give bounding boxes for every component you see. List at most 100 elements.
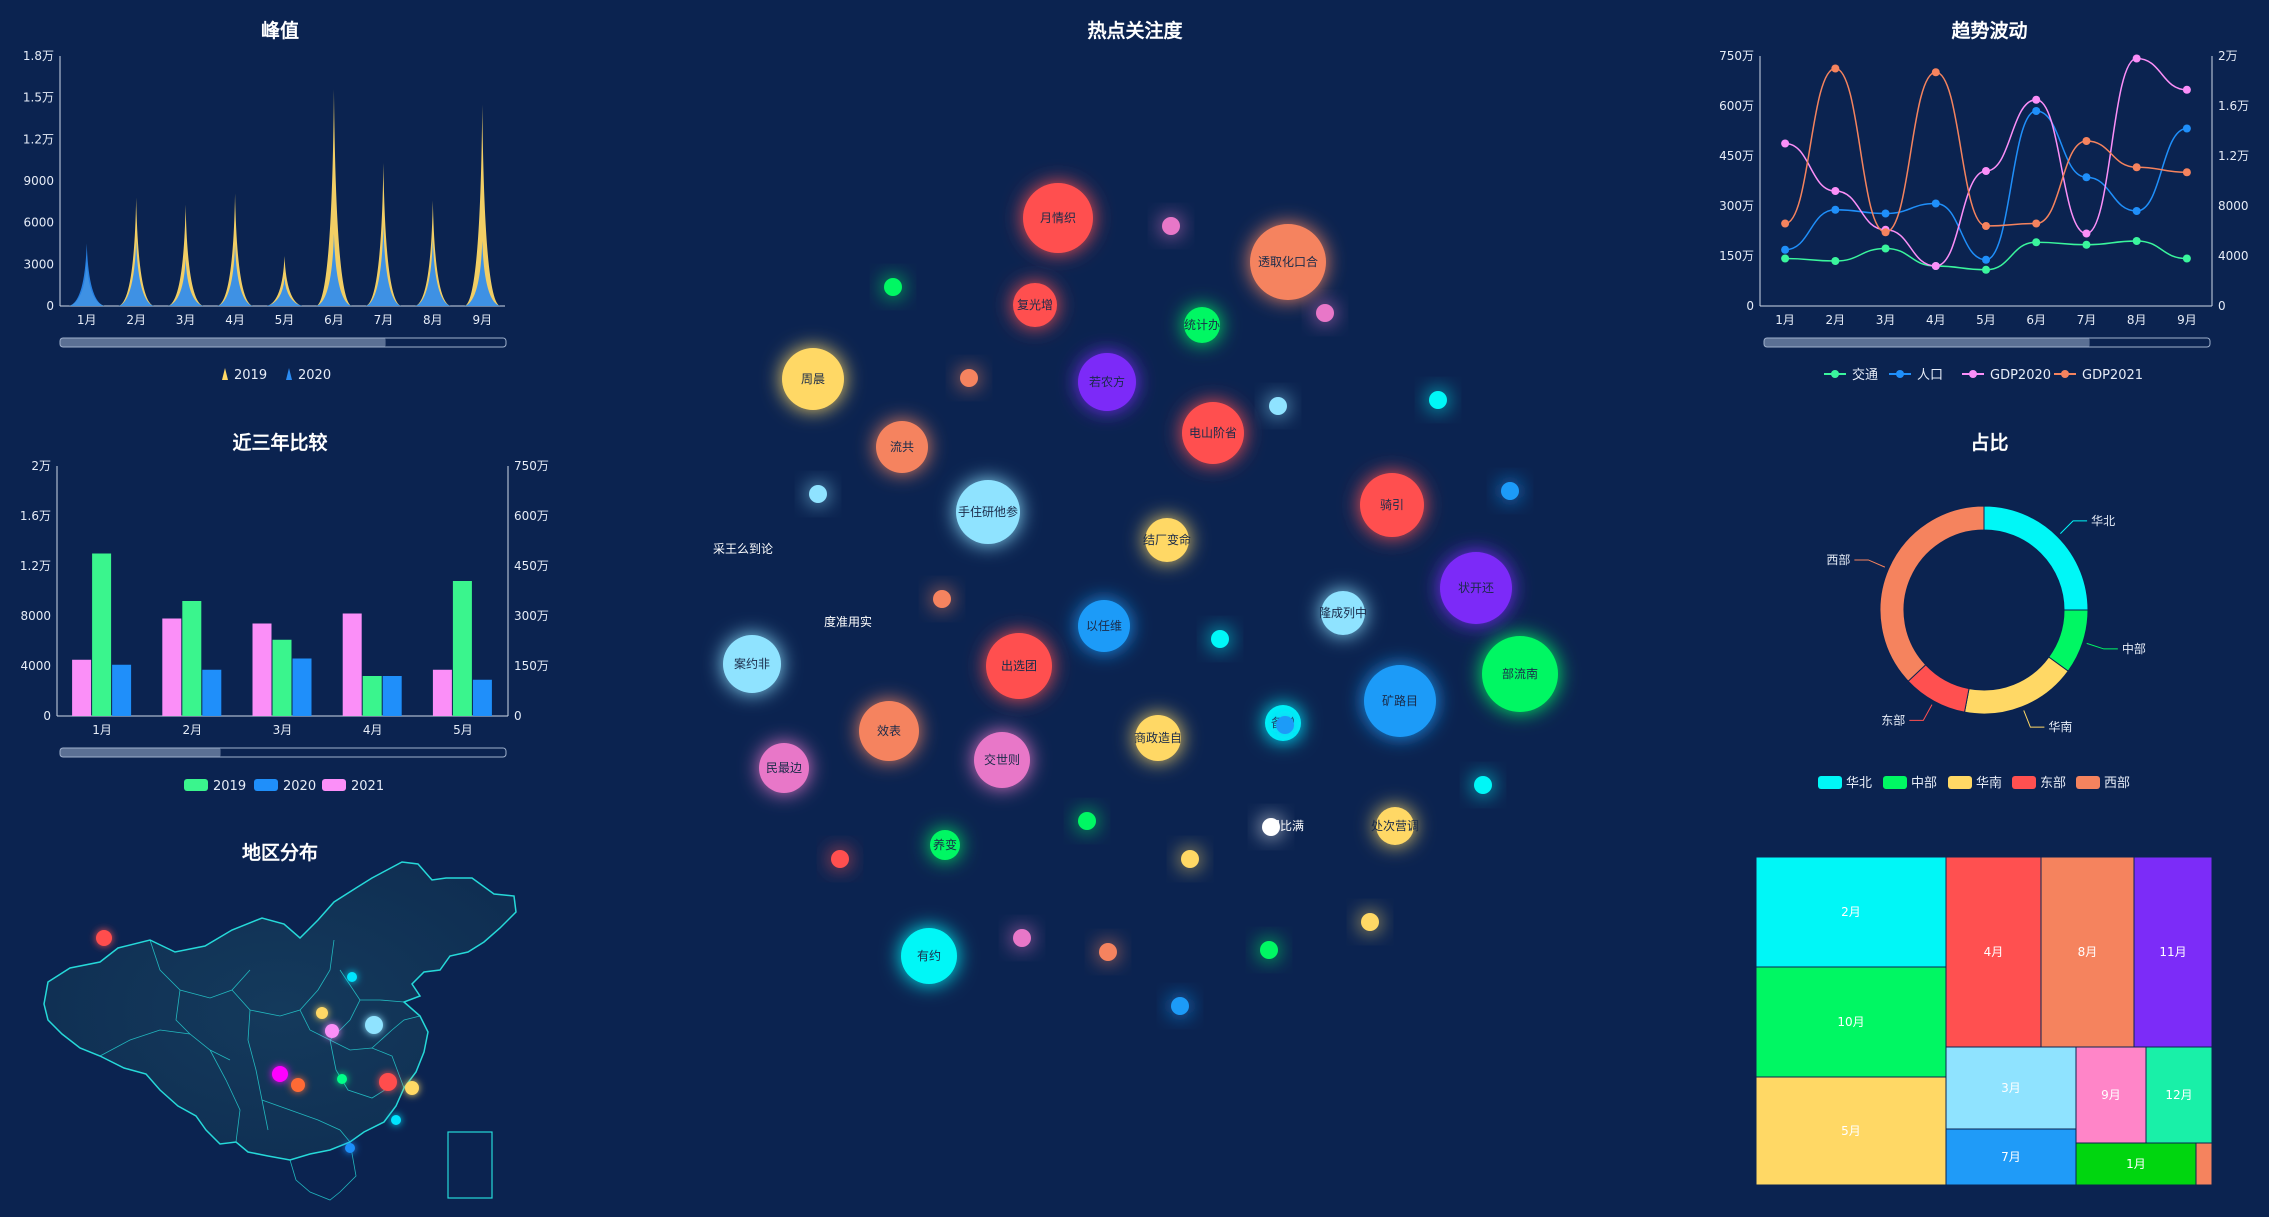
trend-point [1831, 257, 1840, 265]
trend-point [1982, 167, 1990, 175]
hot-bubble-label: 养变 [933, 837, 957, 852]
compare-bar [382, 676, 402, 716]
trend-y-right-tick-label: 0 [2218, 299, 2226, 313]
hot-small-tag [809, 485, 827, 503]
hot-bubble-label: 处次营调 [1371, 819, 1419, 833]
compare-y-left-tick-label: 4000 [20, 659, 51, 673]
trend-point [2182, 254, 2191, 263]
trend-legend-dot [1896, 370, 1904, 378]
compare-legend-swatch [254, 779, 278, 791]
ratio-legend-swatch [1948, 776, 1972, 789]
compare-legend-label: 2019 [213, 779, 246, 794]
trend-y-right-tick-label: 1.6万 [2218, 99, 2249, 113]
map-point [391, 1115, 401, 1125]
hot-bubble-label: 民最边 [766, 761, 802, 775]
trend-point [2032, 107, 2041, 115]
hot-small-tag [1260, 941, 1278, 959]
trend-point [1982, 222, 1990, 230]
peak-x-tick-label: 4月 [225, 313, 245, 327]
hot-small-tag [1262, 818, 1280, 836]
treemap-panel: 2月 10月 5月 4月 8月 11月 3月 7月 9月 12月 1月 [1756, 857, 2212, 1185]
peak-x-tick-label: 1月 [77, 313, 97, 327]
compare-legend-label: 2021 [351, 779, 384, 794]
ratio-legend-swatch [2012, 776, 2036, 789]
trend-point [2132, 207, 2141, 215]
peak-panel: 峰值 0 3000 6000 9000 1.2万 1.5万 1.8万 1月 2月 3月 4月 5月 6月… [0, 0, 560, 400]
compare-y-left-tick-label: 2万 [31, 459, 51, 473]
map-point [325, 1024, 339, 1038]
compare-bar [342, 613, 362, 716]
compare-bar [72, 659, 92, 716]
hot-small-tag [1429, 391, 1447, 409]
trend-point [2082, 137, 2091, 145]
hot-small-tag [1501, 482, 1519, 500]
peak-y-tick-label: 1.8万 [23, 49, 54, 63]
hot-bubble-label: 手住研他参 [958, 504, 1018, 519]
peak-mark [316, 233, 352, 306]
compare-panel: 近三年比较 0 4000 8000 1.2万 1.6万 2万 0 150万 300万 450万 60… [0, 410, 560, 810]
compare-bar [292, 658, 312, 716]
trend-point [2032, 238, 2041, 247]
trend-y-right-tick-label: 4000 [2218, 249, 2249, 263]
south-sea-inset [447, 1131, 493, 1199]
trend-series-line [1785, 240, 2187, 271]
map-point [379, 1073, 397, 1091]
map-point [291, 1078, 305, 1092]
trend-point [1982, 265, 1990, 274]
ratio-slice-label: 华北 [2091, 514, 2115, 528]
trend-x-tick-label: 2月 [1826, 313, 1846, 327]
trend-point [1881, 228, 1890, 237]
compare-bar [362, 676, 382, 716]
ratio-donut-chart: 华北中部华南东部西部华北 中部 华南 东部 西部 [1818, 505, 2146, 791]
hot-small-tag [831, 850, 849, 868]
trend-point [2032, 95, 2041, 104]
ratio-label-line [2023, 710, 2045, 728]
trend-y-right-tick-label: 8000 [2218, 199, 2249, 213]
ratio-slice-label: 东部 [1881, 712, 1905, 727]
hot-bubble-label: 电山阶省 [1189, 426, 1237, 440]
ratio-legend-swatch [1883, 776, 1907, 789]
peak-mark [365, 225, 402, 306]
treemap-cell-label: 4月 [1984, 945, 2004, 959]
trend-point [1831, 205, 1840, 214]
compare-x-tick-label: 1月 [92, 723, 112, 737]
trend-y-left-tick-label: 450万 [1719, 149, 1754, 163]
trend-point [1931, 199, 1940, 208]
map-point [345, 1143, 355, 1153]
compare-x-tick-label: 3月 [273, 723, 293, 737]
peak-x-tick-label: 7月 [374, 313, 394, 327]
hot-small-tag [933, 590, 951, 608]
trend-point [2082, 240, 2091, 249]
treemap-cell-label: 10月 [1837, 1015, 1864, 1029]
treemap-cell-label: 11月 [2159, 945, 2186, 959]
trend-point [2182, 124, 2191, 133]
peak-legend-swatch [286, 368, 292, 380]
hot-small-tag [1078, 812, 1096, 830]
trend-y-left-tick-label: 300万 [1719, 199, 1754, 213]
ratio-slice-label: 中部 [2122, 641, 2146, 656]
ratio-legend-label: 东部 [2040, 776, 2066, 791]
hot-small-tag [1276, 716, 1294, 734]
treemap-cell-extra [2195, 1142, 2212, 1185]
compare-bar [112, 664, 132, 716]
map-point [347, 972, 357, 982]
peak-mark [217, 244, 253, 306]
compare-bar [272, 639, 292, 716]
ratio-label-line [2086, 642, 2118, 650]
treemap-cell-label: 7月 [2001, 1150, 2021, 1164]
peak-mark [464, 240, 501, 306]
trend-x-tick-label: 8月 [2127, 313, 2147, 327]
ratio-slice-label: 西部 [1826, 552, 1850, 567]
peak-y-tick-label: 6000 [23, 216, 54, 230]
ratio-slice-label: 华南 [2048, 719, 2072, 734]
peak-legend-swatch [222, 368, 228, 380]
peak-mark [266, 278, 303, 306]
compare-bar [252, 623, 272, 716]
compare-bar [182, 601, 202, 716]
hot-bubble-label: 流共 [890, 440, 914, 454]
region-panel: 地区分布 [0, 820, 560, 1217]
compare-y-right-tick-label: 300万 [514, 609, 549, 623]
ratio-legend-label: 华南 [1976, 775, 2002, 791]
peak-mark [118, 240, 154, 306]
trend-y-left-tick-label: 150万 [1719, 249, 1754, 263]
